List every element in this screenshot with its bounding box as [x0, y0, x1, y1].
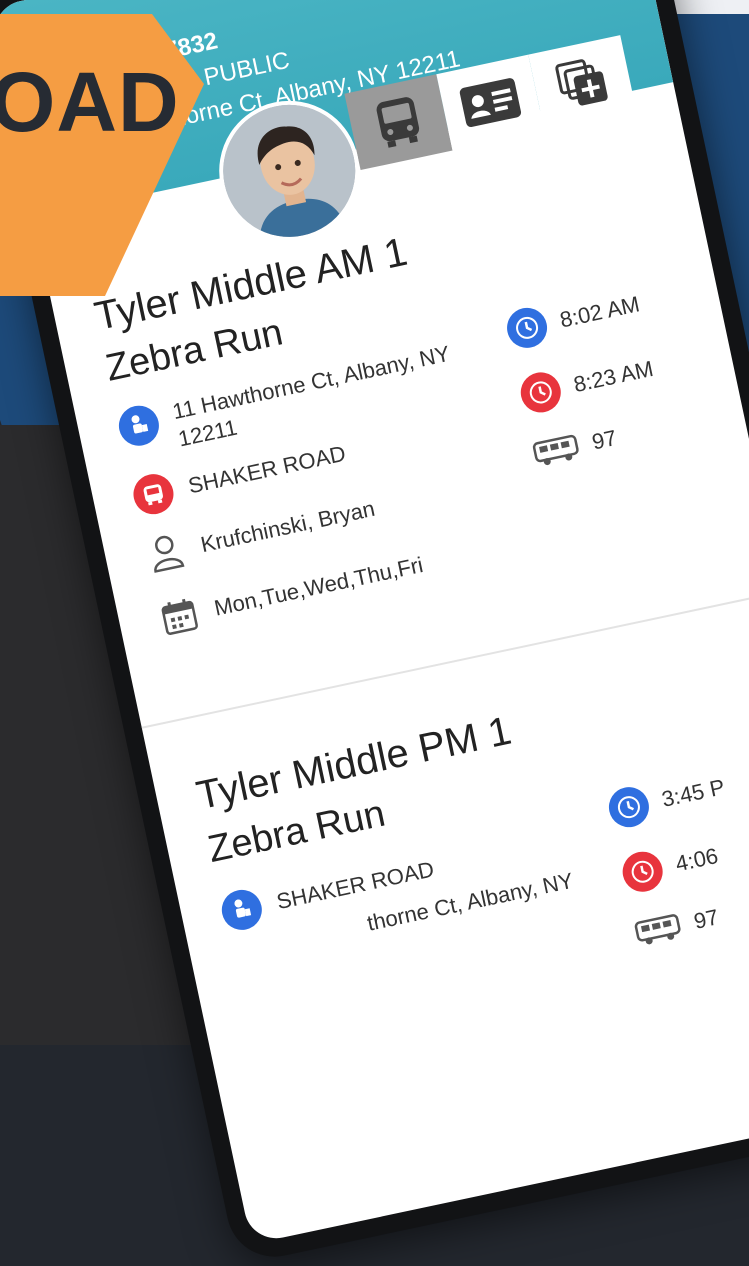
calendar-icon	[156, 593, 203, 640]
pickup-time-row: 8:02 AM	[503, 284, 643, 352]
bus-number: 97	[589, 424, 619, 455]
dropoff-time-row: 8:23 AM	[517, 349, 657, 417]
pickup-time: 8:02 AM	[557, 291, 642, 333]
clock-icon	[503, 304, 551, 352]
clock-icon	[517, 368, 565, 417]
route-card-pm[interactable]: Tyler Middle PM 1 Zebra Run SHAKER ROAD …	[146, 610, 749, 945]
bus-number-row: 97	[633, 903, 721, 948]
student-stop-icon	[115, 401, 163, 450]
bus-side-icon	[532, 434, 579, 466]
clock-icon	[605, 783, 653, 831]
dropoff-time: 4:06	[673, 843, 721, 877]
pickup-time: 3:45 P	[659, 774, 727, 812]
bus-side-icon	[634, 914, 681, 945]
add-copy-icon	[555, 59, 608, 106]
bus-icon	[376, 97, 420, 148]
promo-text: OAD	[0, 55, 180, 149]
id-card-icon	[459, 78, 522, 128]
bus-number-row: 97	[531, 424, 619, 469]
school-bus-icon	[129, 470, 178, 518]
clock-icon	[618, 848, 667, 896]
student-stop-icon	[218, 886, 266, 934]
person-icon	[142, 529, 189, 576]
dropoff-time-row: 4:06	[618, 836, 722, 896]
bus-number: 97	[691, 904, 721, 934]
pickup-time-row: 3:45 P	[605, 767, 728, 831]
dropoff-time: 8:23 AM	[571, 355, 656, 398]
